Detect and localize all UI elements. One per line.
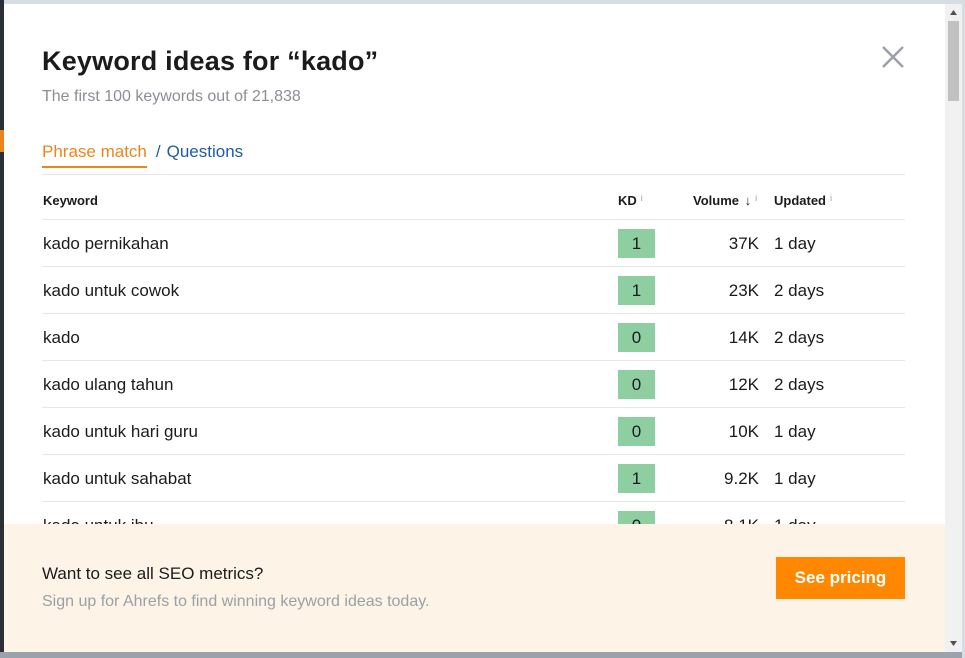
tab-phrase-match[interactable]: Phrase match bbox=[42, 142, 147, 168]
table-row: kado untuk cowok 1 23K 2 days bbox=[42, 267, 905, 314]
updated-cell: 1 day bbox=[774, 422, 816, 441]
scroll-down-arrow-icon[interactable] bbox=[945, 635, 962, 652]
scroll-up-arrow-icon[interactable] bbox=[945, 4, 962, 21]
column-header-keyword[interactable]: Keyword bbox=[43, 193, 98, 208]
sort-down-arrow-icon: ↓ bbox=[744, 193, 752, 208]
column-header-kd[interactable]: KD i bbox=[618, 193, 643, 208]
tab-separator: / bbox=[155, 142, 161, 161]
close-button[interactable] bbox=[878, 42, 908, 72]
kd-badge: 1 bbox=[618, 276, 655, 305]
column-header-volume[interactable]: Volume ↓ i bbox=[693, 193, 757, 208]
table-row: kado untuk hari guru 0 10K 1 day bbox=[42, 408, 905, 455]
scrollbar-thumb[interactable] bbox=[948, 21, 959, 101]
modal-title: Keyword ideas for “kado” bbox=[42, 46, 379, 76]
volume-cell: 37K bbox=[728, 234, 759, 253]
keyword-cell[interactable]: kado bbox=[43, 328, 80, 348]
kd-badge: 1 bbox=[618, 464, 655, 493]
kd-badge: 1 bbox=[618, 229, 655, 258]
upsell-subtitle: Sign up for Ahrefs to find winning keywo… bbox=[42, 593, 430, 610]
updated-cell: 1 day bbox=[774, 234, 816, 253]
backdrop-bottom-edge bbox=[0, 652, 965, 658]
volume-label: Volume bbox=[693, 193, 739, 208]
match-tabs: Phrase match / Questions bbox=[42, 142, 243, 172]
see-pricing-button[interactable]: See pricing bbox=[776, 557, 905, 599]
updated-cell: 1 day bbox=[774, 469, 816, 488]
table-header: Keyword KD i Volume ↓ i Updated i bbox=[42, 174, 905, 220]
kd-label: KD bbox=[618, 193, 637, 208]
tab-questions[interactable]: Questions bbox=[167, 142, 244, 162]
kd-badge: 0 bbox=[618, 370, 655, 399]
updated-cell: 2 days bbox=[774, 281, 825, 300]
keywords-table: Keyword KD i Volume ↓ i Updated i kado pern… bbox=[42, 174, 905, 549]
table-row: kado ulang tahun 0 12K 2 days bbox=[42, 361, 905, 408]
keyword-cell[interactable]: kado pernikahan bbox=[43, 234, 169, 254]
keyword-ideas-modal: Keyword ideas for “kado” The first 100 k… bbox=[4, 4, 945, 652]
updated-cell: 2 days bbox=[774, 375, 825, 394]
keyword-cell[interactable]: kado untuk hari guru bbox=[43, 422, 198, 442]
updated-label: Updated bbox=[774, 193, 826, 208]
upsell-footer: Want to see all SEO metrics? Sign up for… bbox=[4, 524, 945, 652]
kd-badge: 0 bbox=[618, 417, 655, 446]
updated-info-icon[interactable]: i bbox=[830, 193, 832, 203]
volume-info-icon[interactable]: i bbox=[755, 193, 757, 203]
column-header-updated[interactable]: Updated i bbox=[774, 193, 832, 208]
kd-badge: 0 bbox=[618, 323, 655, 352]
updated-cell: 2 days bbox=[774, 328, 825, 347]
volume-cell: 9.2K bbox=[724, 469, 759, 488]
kd-info-icon[interactable]: i bbox=[641, 193, 643, 203]
close-icon bbox=[882, 46, 904, 68]
volume-cell: 10K bbox=[728, 422, 759, 441]
modal-subtitle: The first 100 keywords out of 21,838 bbox=[42, 88, 301, 105]
volume-cell: 23K bbox=[728, 281, 759, 300]
keyword-cell[interactable]: kado ulang tahun bbox=[43, 375, 173, 395]
keyword-cell[interactable]: kado untuk cowok bbox=[43, 281, 179, 301]
volume-cell: 12K bbox=[728, 375, 759, 394]
upsell-title: Want to see all SEO metrics? bbox=[42, 564, 264, 583]
table-row: kado untuk sahabat 1 9.2K 1 day bbox=[42, 455, 905, 502]
volume-cell: 14K bbox=[728, 328, 759, 347]
table-row: kado 0 14K 2 days bbox=[42, 314, 905, 361]
keyword-cell[interactable]: kado untuk sahabat bbox=[43, 469, 191, 489]
table-row: kado pernikahan 1 37K 1 day bbox=[42, 220, 905, 267]
vertical-scrollbar[interactable] bbox=[945, 4, 962, 652]
